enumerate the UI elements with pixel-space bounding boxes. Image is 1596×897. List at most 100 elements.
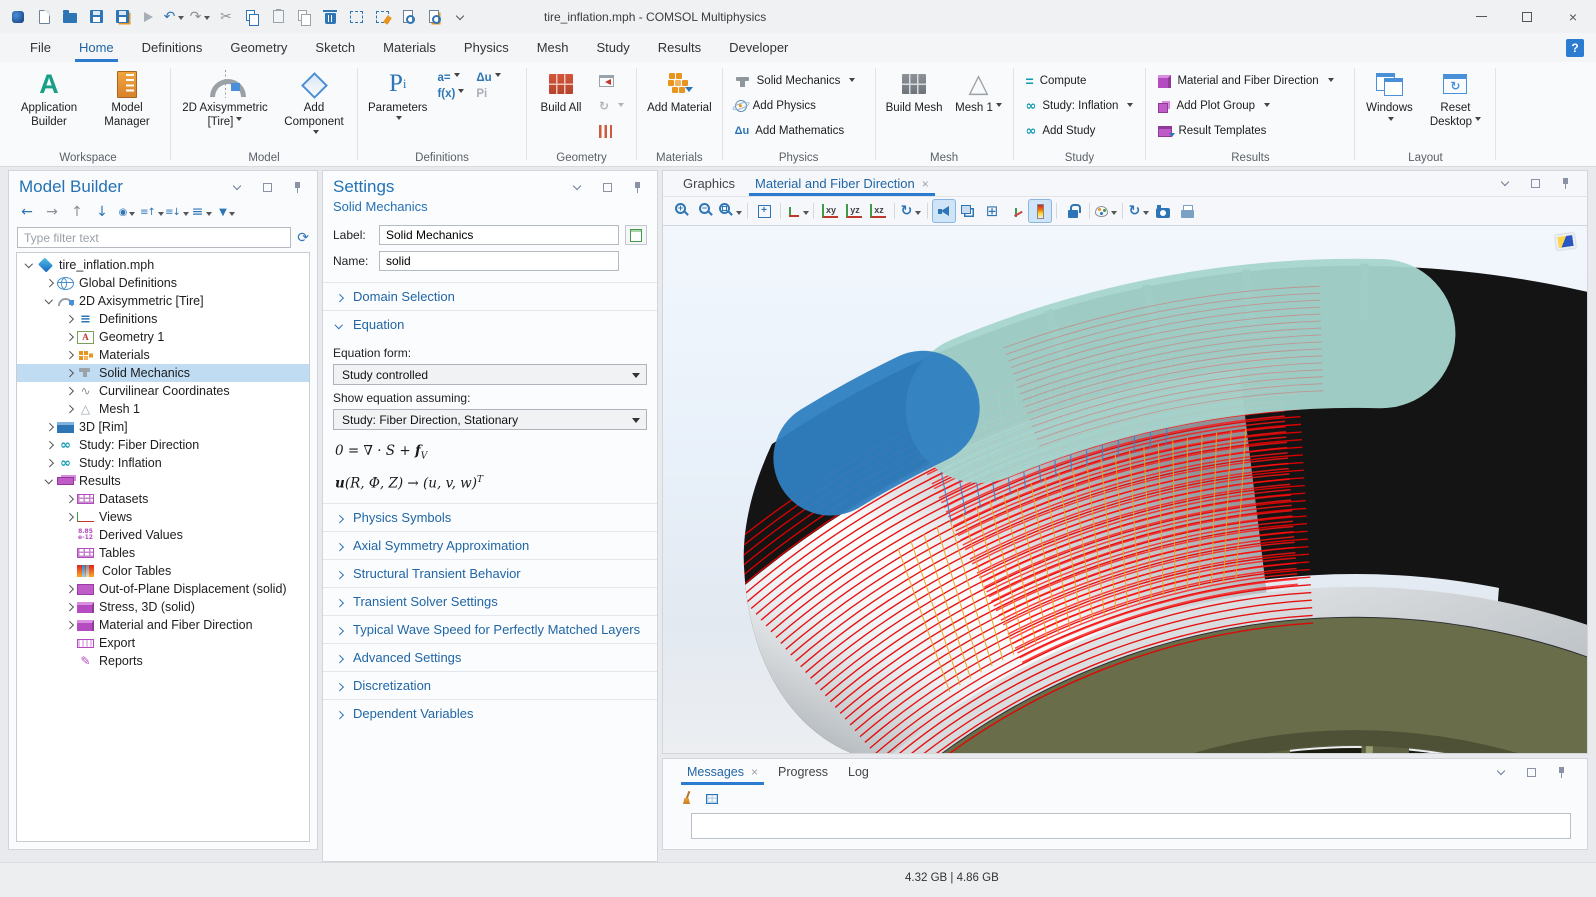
find-replace-icon[interactable] [422,5,446,29]
separator[interactable] [780,203,781,219]
undo-icon[interactable]: ↶ [162,5,186,29]
add-study-button[interactable]: ∞Add Study [1022,120,1138,142]
material-fiber-direction-dropdown[interactable]: Material and Fiber Direction [1154,70,1337,92]
down-icon[interactable]: ↓ [90,200,114,224]
section-transient-solver[interactable]: Transient Solver Settings [323,587,657,615]
expander-icon[interactable] [63,348,77,362]
separator[interactable] [813,203,814,219]
build-mesh-button[interactable]: Build Mesh [884,67,945,117]
find-icon[interactable] [396,5,420,29]
help-button[interactable]: ? [1566,39,1584,57]
add-physics-button[interactable]: Add Physics [731,95,860,117]
panel-menu-icon[interactable] [565,175,589,199]
copy-icon[interactable] [240,5,264,29]
tree-item[interactable]: Datasets [17,490,309,508]
view-xy-icon[interactable]: xy [818,199,842,223]
run-icon[interactable] [136,5,160,29]
expand-all-icon[interactable]: ≡↑ [140,200,164,224]
delete-icon[interactable] [318,5,342,29]
panel-pin-icon[interactable] [625,175,649,199]
tree-item[interactable]: tire_inflation.mph [17,256,309,274]
parameters-button[interactable]: Pi Parameters [366,67,429,124]
panel-float-icon[interactable] [1519,760,1543,784]
expander-icon[interactable] [63,366,77,380]
comsol-logo-icon[interactable] [6,5,30,29]
panel-menu-icon[interactable] [225,175,249,199]
panel-pin-icon[interactable] [285,175,309,199]
section-structural-transient[interactable]: Structural Transient Behavior [323,559,657,587]
tab-graphics[interactable]: Graphics [673,171,745,196]
separator[interactable] [1122,203,1123,219]
filter-icon[interactable]: ▼ [215,200,239,224]
expander-icon[interactable] [63,402,77,416]
expander-icon[interactable] [63,654,77,668]
update-geometry-button[interactable]: ↻ [595,95,628,117]
tree-item[interactable]: Global Definitions [17,274,309,292]
tree-item[interactable]: Color Tables [17,562,309,580]
section-dependent-variables[interactable]: Dependent Variables [323,699,657,727]
paste-icon[interactable] [266,5,290,29]
tree-item[interactable]: Study: Inflation [17,454,309,472]
tree-item[interactable]: Derived Values [17,526,309,544]
cut-icon[interactable]: ✂ [214,5,238,29]
color-legend-icon[interactable] [1028,199,1052,223]
up-icon[interactable]: ↑ [65,200,89,224]
result-templates-button[interactable]: Result Templates [1154,120,1337,142]
tree-item[interactable]: Material and Fiber Direction [17,616,309,634]
section-equation[interactable]: Equation [323,310,657,338]
plot-thumbnail-icon[interactable] [1555,233,1576,250]
close-button[interactable]: × [1550,0,1596,33]
model-manager-button[interactable]: Model Manager [92,67,162,130]
menu-definitions[interactable]: Definitions [128,33,217,62]
menu-home[interactable]: Home [65,33,128,62]
tree-item[interactable]: Curvilinear Coordinates [17,382,309,400]
application-builder-button[interactable]: A Application Builder [14,67,84,130]
collapse-all-icon[interactable]: ≡↓ [165,200,189,224]
forward-icon[interactable]: → [40,200,64,224]
expander-icon[interactable] [63,582,77,596]
show-icon[interactable]: ◉ [115,200,139,224]
variables-dropdown[interactable]: a= [437,72,464,84]
panel-float-icon[interactable] [255,175,279,199]
tab-material-and-fiber-direction[interactable]: Material and Fiber Direction× [745,171,939,196]
rename-button[interactable] [625,225,647,245]
tree-item[interactable]: Geometry 1 [17,328,309,346]
redo-icon[interactable]: ↷ [188,5,212,29]
tree-item[interactable]: Reports [17,652,309,670]
copy-image-icon[interactable] [344,5,368,29]
go-to-view-icon[interactable] [785,199,809,223]
label-input[interactable] [379,225,619,245]
customize-icon[interactable] [448,5,472,29]
expander-icon[interactable] [63,330,77,344]
expander-icon[interactable] [43,438,57,452]
expander-icon[interactable] [63,546,77,560]
nonlocal-couplings-dropdown[interactable]: Δu [476,72,500,84]
tree-item[interactable]: Solid Mechanics [17,364,309,382]
separator[interactable] [747,203,748,219]
zoom-in-icon[interactable] [671,199,695,223]
tab-log[interactable]: Log [838,759,879,785]
tree-item[interactable]: Mesh 1 [17,400,309,418]
tree-item[interactable]: Tables [17,544,309,562]
menu-physics[interactable]: Physics [450,33,523,62]
menu-materials[interactable]: Materials [369,33,450,62]
panel-pin-icon[interactable] [1549,760,1573,784]
separator[interactable] [1089,203,1090,219]
color-palette-icon[interactable] [1094,199,1118,223]
section-wave-speed[interactable]: Typical Wave Speed for Perfectly Matched… [323,615,657,643]
tree-item[interactable]: 3D [Rim] [17,418,309,436]
equation-form-select[interactable]: Study controlled [333,364,647,385]
close-tab-icon[interactable]: × [922,177,929,191]
menu-mesh[interactable]: Mesh [523,33,583,62]
reset-desktop-button[interactable]: ↻ Reset Desktop [1423,67,1487,130]
tree-item[interactable]: Definitions [17,310,309,328]
expander-icon[interactable] [63,510,77,524]
pi-button[interactable]: Pi [476,88,500,100]
expander-icon[interactable] [43,474,57,488]
mesh-1-button[interactable]: △ Mesh 1 [953,67,1005,117]
clear-messages-icon[interactable] [675,786,699,810]
grid-icon[interactable]: ⊞ [980,199,1004,223]
import-button[interactable] [595,70,628,92]
tree-item[interactable]: Stress, 3D (solid) [17,598,309,616]
expander-icon[interactable] [63,528,77,542]
